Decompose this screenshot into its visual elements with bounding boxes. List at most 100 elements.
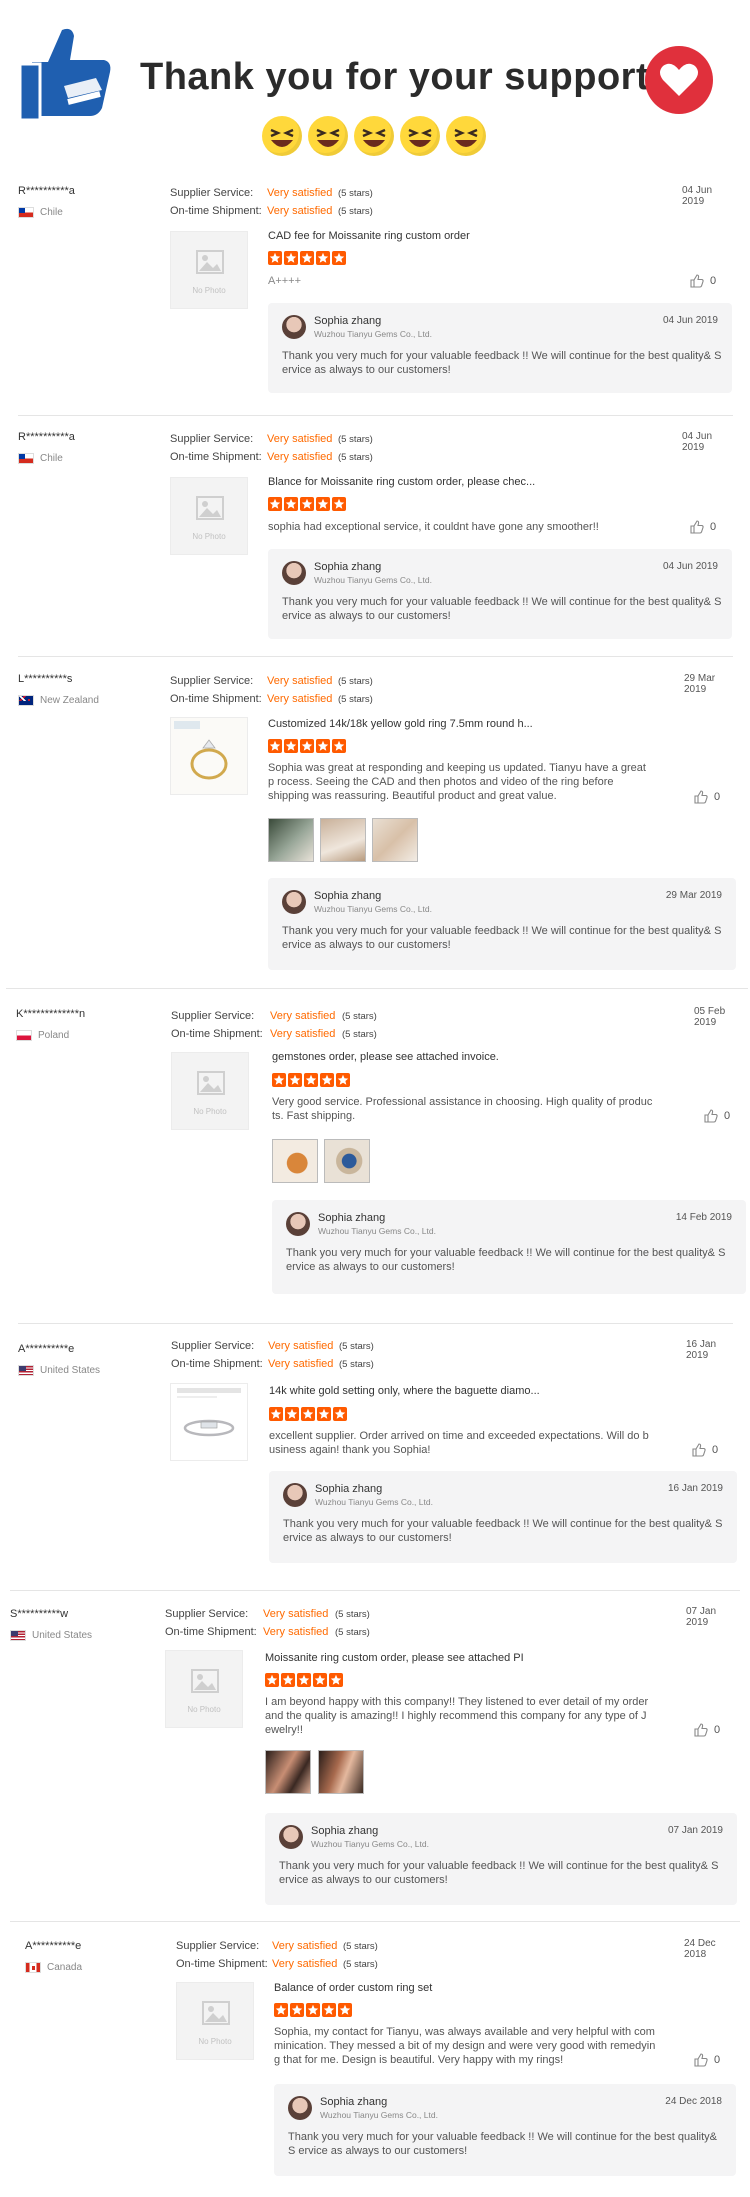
avatar — [282, 315, 306, 339]
product-title[interactable]: Blance for Moissanite ring custom order,… — [268, 476, 535, 488]
product-title[interactable]: Balance of order custom ring set — [274, 1982, 432, 1994]
product-title[interactable]: gemstones order, please see attached inv… — [272, 1051, 499, 1063]
review-photo[interactable] — [318, 1750, 364, 1794]
star-rating — [274, 2003, 352, 2017]
country-label: United States — [40, 1365, 101, 1376]
review-photo[interactable] — [268, 818, 314, 862]
laughing-emoji-icon — [446, 116, 486, 156]
star-icon — [268, 497, 282, 511]
star-icon — [306, 2003, 320, 2017]
reply-company: Wuzhou Tianyu Gems Co., Ltd. — [320, 2110, 438, 2120]
shipment-stars: (5 stars) — [338, 694, 373, 705]
product-title[interactable]: CAD fee for Moissanite ring custom order — [268, 230, 470, 242]
star-icon — [332, 739, 346, 753]
supplier-service-label: Supplier Service: — [171, 1010, 255, 1022]
star-icon — [297, 1673, 311, 1687]
star-icon — [338, 2003, 352, 2017]
avatar — [283, 1483, 307, 1507]
product-title[interactable]: Customized 14k/18k yellow gold ring 7.5m… — [268, 718, 533, 730]
buyer-name: R**********a — [18, 185, 75, 197]
review-card: S**********w United States Supplier Serv… — [0, 1590, 737, 1920]
thumbs-up-outline-icon — [694, 1723, 708, 1737]
product-thumbnail[interactable]: No Photo — [171, 1052, 249, 1130]
reply-date: 24 Dec 2018 — [665, 2096, 722, 2107]
star-rating — [268, 497, 346, 511]
product-thumbnail[interactable] — [170, 717, 248, 795]
no-photo-label: No Photo — [192, 286, 226, 295]
like-count: 0 — [710, 521, 717, 533]
buyer-country: Chile — [18, 453, 63, 464]
review-date: 16 Jan 2019 — [686, 1339, 717, 1361]
review-date: 04 Jun 2019 — [682, 185, 713, 207]
review-photo[interactable] — [272, 1139, 318, 1183]
product-thumbnail[interactable]: No Photo — [165, 1650, 243, 1728]
star-icon — [300, 251, 314, 265]
laughing-emoji-icon — [262, 116, 302, 156]
supplier-service-label: Supplier Service: — [170, 187, 254, 199]
product-thumbnail[interactable]: No Photo — [170, 231, 248, 309]
star-icon — [290, 2003, 304, 2017]
like-button[interactable]: 0 — [694, 1723, 720, 1737]
product-thumbnail[interactable]: No Photo — [176, 1982, 254, 2060]
thumbs-up-outline-icon — [692, 1443, 706, 1457]
star-icon — [316, 251, 330, 265]
supplier-reply: Sophia zhang Wuzhou Tianyu Gems Co., Ltd… — [268, 303, 732, 393]
supplier-service-stars: (5 stars) — [338, 188, 373, 199]
reply-date: 14 Feb 2019 — [675, 1212, 732, 1223]
review-photo[interactable] — [320, 818, 366, 862]
supplier-service-stars: (5 stars) — [338, 676, 373, 687]
heart-icon — [645, 46, 713, 114]
reply-text: Thank you very much for your valuable fe… — [286, 1247, 726, 1273]
star-icon — [313, 1673, 327, 1687]
like-button[interactable]: 0 — [690, 520, 716, 534]
reply-company: Wuzhou Tianyu Gems Co., Ltd. — [311, 1839, 429, 1849]
reply-company: Wuzhou Tianyu Gems Co., Ltd. — [314, 329, 432, 339]
avatar — [288, 2096, 312, 2120]
review-comment: A++++ — [268, 275, 302, 287]
reply-company: Wuzhou Tianyu Gems Co., Ltd. — [314, 575, 432, 585]
reply-author: Sophia zhang — [318, 1212, 386, 1224]
image-placeholder-icon — [197, 1071, 225, 1095]
star-icon — [332, 251, 346, 265]
reply-author: Sophia zhang — [314, 315, 382, 327]
shipment-rating: Very satisfied — [267, 693, 333, 705]
like-button[interactable]: 0 — [692, 1443, 718, 1457]
review-photo[interactable] — [372, 818, 418, 862]
reply-company: Wuzhou Tianyu Gems Co., Ltd. — [314, 904, 432, 914]
review-photo[interactable] — [324, 1139, 370, 1183]
supplier-reply: Sophia zhang Wuzhou Tianyu Gems Co., Ltd… — [268, 878, 736, 970]
review-date: 05 Feb 2019 — [694, 1006, 726, 1028]
supplier-service-rating: Very satisfied — [270, 1010, 336, 1022]
like-button[interactable]: 0 — [694, 790, 720, 804]
review-date: 24 Dec 2018 — [684, 1938, 716, 1960]
shipment-label: On-time Shipment: — [165, 1626, 257, 1638]
review-photo[interactable] — [265, 1750, 311, 1794]
shipment-rating: Very satisfied — [263, 1626, 329, 1638]
reply-date: 16 Jan 2019 — [667, 1483, 723, 1494]
product-thumbnail[interactable] — [170, 1383, 248, 1461]
star-rating — [268, 251, 346, 265]
star-icon — [317, 1407, 331, 1421]
reply-date: 29 Mar 2019 — [665, 890, 722, 901]
star-icon — [285, 1407, 299, 1421]
product-title[interactable]: 14k white gold setting only, where the b… — [269, 1385, 540, 1397]
review-comment: Sophia was great at responding and keepi… — [268, 762, 646, 802]
product-title[interactable]: Moissanite ring custom order, please see… — [265, 1652, 524, 1664]
like-count: 0 — [710, 275, 717, 287]
like-button[interactable]: 0 — [690, 274, 716, 288]
supplier-service-stars: (5 stars) — [335, 1609, 370, 1620]
like-count: 0 — [714, 1724, 721, 1736]
image-placeholder-icon — [202, 2001, 230, 2025]
buyer-country: Poland — [16, 1030, 69, 1041]
no-photo-label: No Photo — [193, 1107, 227, 1116]
laughing-emoji-icon — [400, 116, 440, 156]
supplier-service-label: Supplier Service: — [170, 675, 254, 687]
supplier-reply: Sophia zhang Wuzhou Tianyu Gems Co., Ltd… — [268, 549, 732, 639]
review-comment: excellent supplier. Order arrived on tim… — [269, 1430, 649, 1456]
supplier-service-stars: (5 stars) — [339, 1341, 374, 1352]
like-button[interactable]: 0 — [694, 2053, 720, 2067]
supplier-reply: Sophia zhang Wuzhou Tianyu Gems Co., Ltd… — [274, 2084, 736, 2176]
product-thumbnail[interactable]: No Photo — [170, 477, 248, 555]
like-button[interactable]: 0 — [704, 1109, 730, 1123]
star-rating — [269, 1407, 347, 1421]
